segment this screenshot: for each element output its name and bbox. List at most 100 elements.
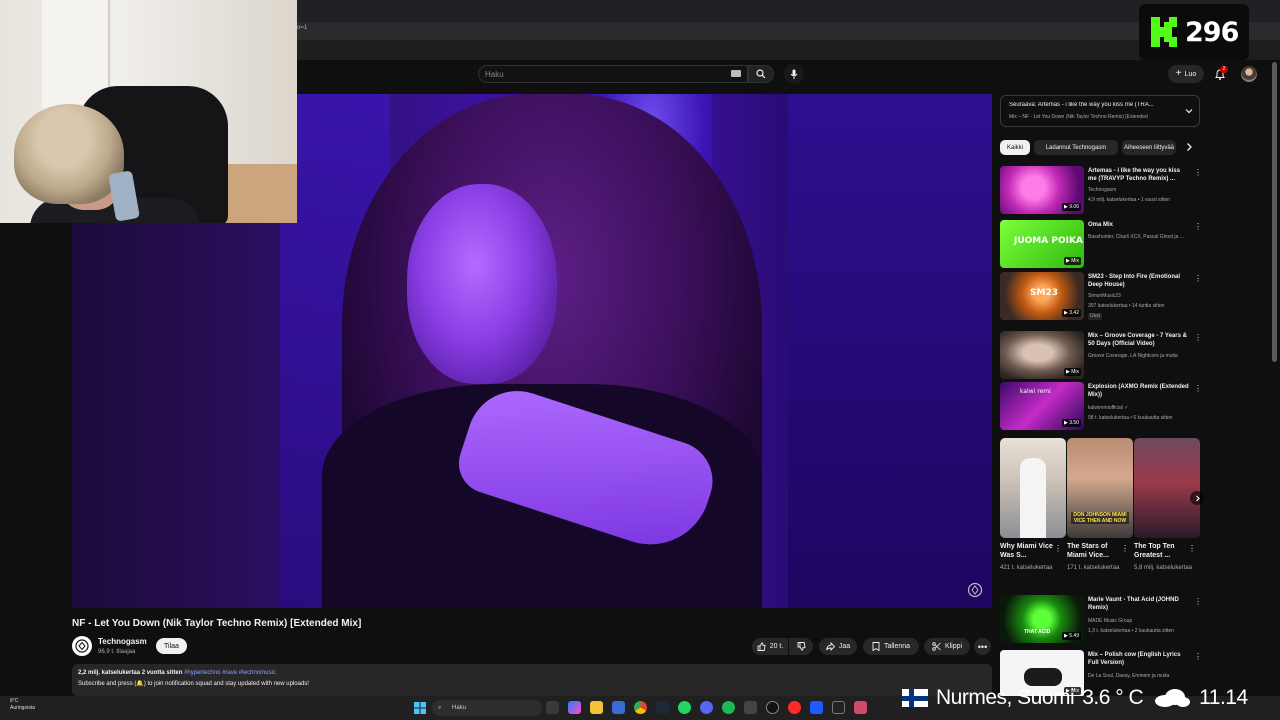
recommendation-title: Artemas - i like the way you kiss me (TR… [1088, 168, 1181, 182]
short-title: The Stars of Miami Vice... [1067, 543, 1109, 559]
video-thumbnail[interactable]: JUOMA POIKA ▶ Mix [1000, 220, 1084, 268]
recommendation-item[interactable]: kalwi remi ▶ 3.50 Explosion (AXMO Remix … [1000, 382, 1202, 432]
hashtags[interactable]: #hypertechno #rave #technomusic [184, 670, 276, 676]
search-icon [756, 69, 766, 79]
recommendation-item[interactable]: THAT ACID ▶ 5.49 Marie Vaunt - That Acid… [1000, 595, 1202, 645]
weather-desc: Auringoista [10, 705, 36, 711]
description-meta: 2,2 milj. katselukertaa 2 vuotta sitten … [78, 670, 276, 676]
new-badge: Uusi [1088, 313, 1103, 320]
recommendation-stats: 4,9 milj. katselukertaa • 1 vuosi sitten [1088, 197, 1171, 203]
thumbnail-text: SM23 [1030, 288, 1058, 298]
plus-icon: + [1175, 68, 1182, 79]
recommendation-title: Oma Mix [1088, 222, 1114, 228]
more-vertical-icon[interactable]: ⋮ [1194, 168, 1202, 178]
subscriber-count: 96,9 t. tilaajaa [98, 649, 136, 655]
voice-search-button[interactable] [784, 64, 804, 84]
video-duration: ▶ 3.50 [1062, 419, 1081, 427]
description-box[interactable]: 2,2 milj. katselukertaa 2 vuotta sitten … [72, 664, 992, 696]
save-label: Tallenna [883, 643, 911, 650]
short-thumbnail[interactable]: DON JOHNSON MIAMI VICE THEN AND NOW [1067, 438, 1133, 538]
subscribe-button[interactable]: Tilaa [156, 638, 187, 654]
discord-icon[interactable] [700, 701, 713, 714]
more-vertical-icon[interactable]: ⋮ [1188, 544, 1196, 553]
epic-games-icon[interactable] [766, 701, 779, 714]
dislike-button[interactable] [789, 638, 813, 655]
short-thumbnail[interactable] [1000, 438, 1066, 538]
save-button[interactable]: Tallenna [863, 638, 919, 655]
obs-icon[interactable] [744, 701, 757, 714]
chevron-down-icon[interactable] [1185, 107, 1193, 115]
app-icon[interactable] [810, 701, 823, 714]
windows-start-icon[interactable] [414, 702, 426, 714]
recommendation-item[interactable]: JUOMA POIKA ▶ Mix Oma Mix Basshunter, Ch… [1000, 220, 1202, 270]
app-icon[interactable] [854, 701, 867, 714]
recommendation-item[interactable]: ▶ 9.06 Artemas - i like the way you kiss… [1000, 166, 1202, 216]
video-thumbnail[interactable]: ▶ Mix [1000, 331, 1084, 379]
video-thumbnail[interactable]: ▶ 9.06 [1000, 166, 1084, 214]
recommendation-channel: MADE Music Group [1088, 618, 1133, 624]
keyboard-icon[interactable] [731, 70, 741, 77]
short-title: Why Miami Vice Was S... [1000, 543, 1053, 559]
taskbar-search[interactable]: ⌕ Haku [432, 700, 542, 716]
chevron-right-icon[interactable] [1184, 142, 1194, 152]
search-input[interactable] [485, 68, 715, 80]
url-text: o=1 [297, 25, 308, 31]
short-views: 171 t. katselukertaa [1067, 565, 1120, 571]
recommendation-item[interactable]: ▶ Mix Mix – Groove Coverage - 7 Years & … [1000, 331, 1202, 381]
account-avatar[interactable] [1241, 66, 1257, 82]
mail-icon[interactable] [612, 701, 625, 714]
thumbnail-text: JUOMA POIKA [1014, 236, 1083, 246]
more-vertical-icon[interactable]: ⋮ [1194, 222, 1202, 232]
app-icon[interactable] [788, 701, 801, 714]
video-frame-wall [788, 94, 992, 608]
steam-icon[interactable] [656, 701, 669, 714]
page-scrollbar[interactable] [1272, 62, 1277, 362]
recommendation-artists: Basshunter, Charli XCX, Pascal Ghost ja … [1088, 234, 1184, 240]
cloud-icon [1155, 689, 1191, 707]
video-thumbnail[interactable]: SM23 ▶ 3.42 [1000, 272, 1084, 320]
recommendation-stats: 1,3 t. katselukertaa • 2 kuukautta sitte… [1088, 628, 1174, 634]
more-vertical-icon[interactable]: ⋮ [1194, 384, 1202, 394]
mix-queue-panel[interactable]: Seuraava: Artemas - i like the way you k… [1000, 95, 1200, 127]
task-view-icon[interactable] [546, 701, 559, 714]
chip-related[interactable]: Aiheeseen liittyvää [1122, 140, 1176, 155]
more-vertical-icon[interactable]: ⋮ [1194, 652, 1200, 662]
video-thumbnail[interactable]: THAT ACID ▶ 5.49 [1000, 595, 1084, 643]
copilot-icon[interactable] [568, 701, 581, 714]
overlay-location: Nurmes, Suomi [936, 686, 1075, 709]
channel-name[interactable]: Technogasm [98, 637, 147, 646]
spotify-icon[interactable] [722, 701, 735, 714]
short-views: 5,8 milj. katselukertaa [1134, 565, 1193, 571]
video-title: NF - Let You Down (Nik Taylor Techno Rem… [72, 618, 362, 629]
chip-all[interactable]: Kaikki [1000, 140, 1030, 155]
chip-uploaded-by[interactable]: Ladannut Technogasm [1034, 140, 1118, 155]
search-box[interactable] [478, 65, 748, 83]
thumbnail-text: THAT ACID [1024, 629, 1051, 635]
whatsapp-icon[interactable] [678, 701, 691, 714]
more-vertical-icon[interactable]: ⋮ [1194, 333, 1202, 343]
create-button[interactable]: + Luo [1168, 65, 1204, 83]
recommendation-item[interactable]: SM23 ▶ 3.42 SM23 - Step Into Fire (Emoti… [1000, 272, 1202, 322]
shorts-next-button[interactable] [1190, 491, 1204, 505]
more-vertical-icon[interactable]: ⋮ [1194, 274, 1202, 284]
taskbar-search-label: Haku [452, 705, 467, 711]
weather-widget[interactable]: 8°C Auringoista [10, 698, 35, 712]
more-vertical-icon[interactable]: ⋮ [1054, 544, 1062, 553]
search-button[interactable] [748, 65, 774, 83]
queue-next-label: Seuraava: Artemas - i like the way you k… [1009, 102, 1154, 108]
channel-avatar[interactable] [72, 636, 92, 656]
video-thumbnail[interactable]: kalwi remi ▶ 3.50 [1000, 382, 1084, 430]
chrome-icon[interactable] [634, 701, 647, 714]
short-thumbnail[interactable] [1134, 438, 1200, 538]
channel-watermark-icon[interactable] [967, 582, 983, 598]
webcam-hair [14, 104, 124, 204]
more-actions-button[interactable]: ••• [974, 638, 991, 655]
share-button[interactable]: Jaa [819, 638, 857, 655]
more-vertical-icon[interactable]: ⋮ [1194, 597, 1202, 607]
app-icon[interactable] [832, 701, 845, 714]
file-explorer-icon[interactable] [590, 701, 603, 714]
duration-text: 3.50 [1069, 420, 1079, 426]
clip-button[interactable]: Klippi [924, 638, 970, 655]
like-button[interactable]: 20 t. [752, 638, 788, 655]
more-vertical-icon[interactable]: ⋮ [1121, 544, 1129, 553]
